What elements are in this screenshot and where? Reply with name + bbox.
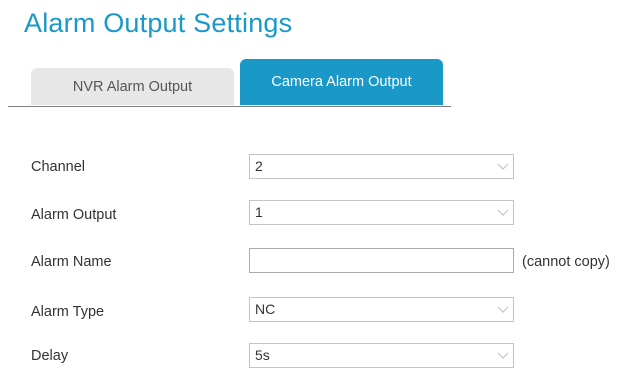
chevron-down-icon bbox=[492, 201, 513, 224]
alarm-output-select[interactable]: 1 bbox=[249, 200, 514, 225]
alarm-output-label: Alarm Output bbox=[31, 207, 117, 223]
chevron-down-icon bbox=[492, 344, 513, 367]
tab-nvr-alarm-output[interactable]: NVR Alarm Output bbox=[31, 68, 234, 105]
delay-value: 5s bbox=[255, 347, 270, 363]
page-title: Alarm Output Settings bbox=[24, 8, 293, 38]
tab-divider bbox=[8, 106, 451, 107]
channel-value: 2 bbox=[255, 158, 263, 174]
alarm-type-value: NC bbox=[255, 301, 276, 317]
tab-camera-alarm-output[interactable]: Camera Alarm Output bbox=[240, 59, 443, 105]
alarm-output-settings-page: Alarm Output Settings NVR Alarm Output C… bbox=[0, 0, 638, 371]
alarm-name-label: Alarm Name bbox=[31, 254, 112, 270]
tab-bar: NVR Alarm Output Camera Alarm Output bbox=[16, 59, 452, 107]
tab-label: Camera Alarm Output bbox=[271, 74, 412, 90]
chevron-down-icon bbox=[492, 155, 513, 178]
delay-select[interactable]: 5s bbox=[249, 343, 514, 368]
alarm-type-label: Alarm Type bbox=[31, 304, 105, 320]
delay-label: Delay bbox=[31, 348, 69, 364]
channel-select[interactable]: 2 bbox=[249, 154, 514, 179]
alarm-name-input[interactable] bbox=[249, 248, 514, 273]
chevron-down-icon bbox=[492, 298, 513, 321]
alarm-type-select[interactable]: NC bbox=[249, 297, 514, 322]
alarm-name-note: (cannot copy) bbox=[522, 254, 610, 270]
tab-label: NVR Alarm Output bbox=[72, 78, 193, 95]
channel-label: Channel bbox=[31, 159, 86, 175]
alarm-output-value: 1 bbox=[255, 204, 263, 220]
